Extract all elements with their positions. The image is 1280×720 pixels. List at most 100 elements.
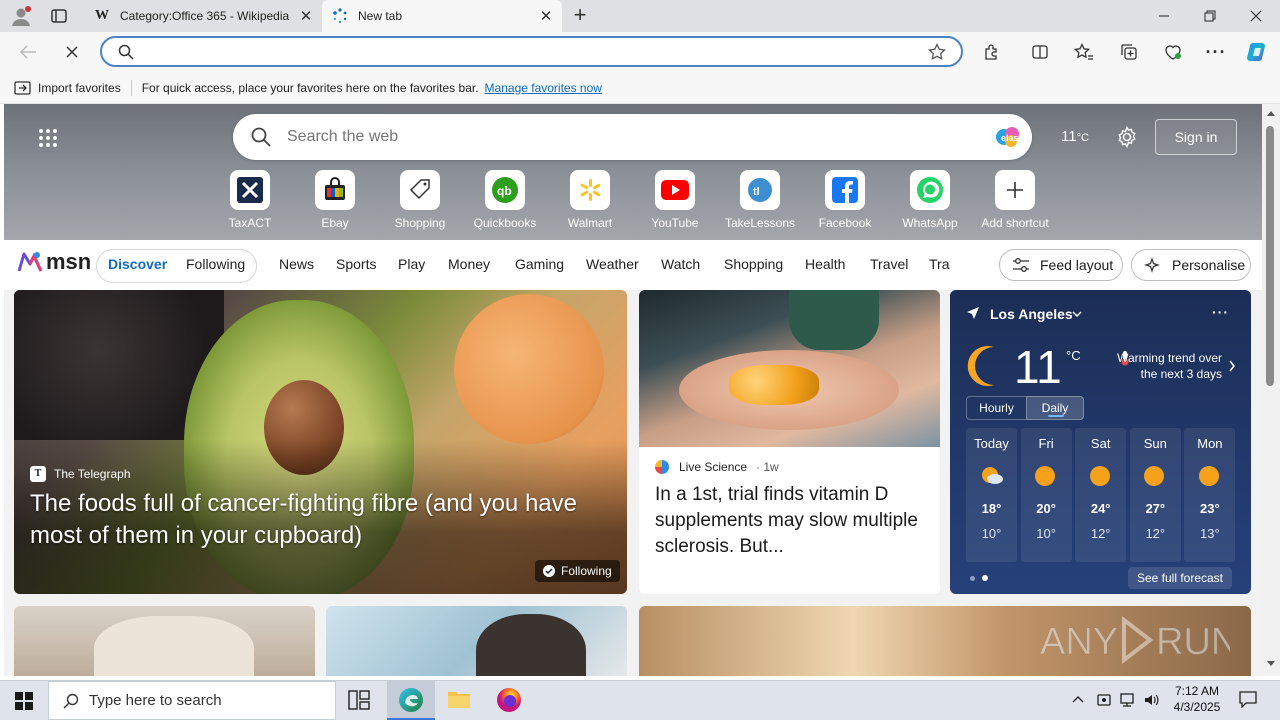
weather-card[interactable]: Los Angeles ··· 11 °C Warming trend over… — [950, 290, 1251, 594]
forecast-day-sat[interactable]: Sat 24° 12° — [1075, 428, 1127, 562]
feed-layout-button[interactable]: Feed layout — [999, 249, 1123, 281]
shortcut-walmart[interactable]: Walmart — [550, 170, 630, 230]
news-card-lower-1[interactable] — [14, 606, 315, 676]
nav-gaming[interactable]: Gaming — [515, 256, 564, 272]
nav-news[interactable]: News — [279, 256, 314, 272]
collections-icon[interactable] — [1115, 39, 1143, 65]
nav-health[interactable]: Health — [805, 256, 845, 272]
nav-weather[interactable]: Weather — [586, 256, 639, 272]
browser-essentials-icon[interactable] — [1159, 39, 1187, 65]
card-headline[interactable]: In a 1st, trial finds vitamin D suppleme… — [655, 482, 927, 560]
hero-headline[interactable]: The foods full of cancer-fighting fibre … — [30, 488, 620, 552]
nav-watch[interactable]: Watch — [661, 256, 700, 272]
hero-source[interactable]: The Telegraph — [54, 467, 131, 481]
forecast-day-sun[interactable]: Sun 27° 12° — [1129, 428, 1181, 562]
nav-shopping[interactable]: Shopping — [724, 256, 783, 272]
sign-in-button[interactable]: Sign in — [1155, 119, 1237, 155]
clock[interactable]: 7:12 AM 4/3/2025 — [1167, 683, 1227, 715]
taskbar-edge[interactable] — [387, 681, 435, 720]
web-search-box[interactable]: elas — [233, 114, 1032, 160]
extensions-icon[interactable] — [978, 39, 1006, 65]
volume-icon[interactable] — [1143, 692, 1161, 708]
tab-wikipedia[interactable]: W Category:Office 365 - Wikipedia ✕ — [84, 0, 322, 32]
forecast-day-fri[interactable]: Fri 20° 10° — [1020, 428, 1072, 562]
manage-favorites-link[interactable]: Manage favorites now — [485, 81, 602, 95]
hero-news-card[interactable]: T The Telegraph The foods full of cancer… — [14, 290, 627, 594]
pill-following[interactable]: Following — [186, 256, 245, 272]
nav-travel[interactable]: Travel — [870, 256, 908, 272]
shortcut-facebook[interactable]: Facebook — [805, 170, 885, 230]
header-weather-temp[interactable]: 11°C — [1061, 128, 1089, 145]
shortcut-ebay[interactable]: Ebay — [295, 170, 375, 230]
shortcut-takelessons[interactable]: tl TakeLessons — [720, 170, 800, 230]
shortcut-quickbooks[interactable]: qb Quickbooks — [465, 170, 545, 230]
page-scrollbar[interactable] — [1262, 104, 1280, 676]
profile-icon[interactable] — [10, 5, 32, 27]
settings-gear-icon[interactable] — [1116, 126, 1138, 148]
new-tab-button[interactable]: + — [568, 4, 592, 28]
task-view-icon[interactable] — [347, 689, 371, 711]
chevron-right-icon[interactable] — [1228, 360, 1236, 372]
restore-button[interactable] — [1187, 0, 1233, 32]
msn-logo[interactable]: msn — [16, 249, 91, 275]
back-button[interactable] — [14, 39, 42, 65]
scroll-thumb[interactable] — [1266, 126, 1274, 386]
tab-hourly[interactable]: Hourly — [966, 396, 1026, 420]
network-icon[interactable] — [1119, 692, 1137, 708]
pill-discover[interactable]: Discover — [108, 256, 167, 272]
personalise-button[interactable]: Personalise — [1131, 249, 1251, 281]
news-card-lower-2[interactable] — [326, 606, 627, 676]
shortcut-whatsapp[interactable]: WhatsApp — [890, 170, 970, 230]
forecast-day-mon[interactable]: Mon 23° 13° — [1184, 428, 1236, 562]
file-explorer-icon[interactable] — [447, 688, 471, 710]
nav-sports[interactable]: Sports — [336, 256, 376, 272]
web-search-input[interactable] — [287, 128, 994, 146]
taskbar-search[interactable]: Type here to search — [48, 681, 336, 720]
carousel-dot[interactable] — [970, 576, 975, 581]
split-screen-icon[interactable] — [1026, 39, 1054, 65]
weather-location[interactable]: Los Angeles — [990, 306, 1073, 322]
favorite-star-icon[interactable] — [928, 43, 946, 61]
carousel-dot-active[interactable] — [982, 575, 988, 581]
shortcut-shopping[interactable]: Shopping — [380, 170, 460, 230]
nav-money[interactable]: Money — [448, 256, 490, 272]
close-tab-icon[interactable]: ✕ — [296, 7, 316, 25]
more-options-icon[interactable]: ··· — [1212, 304, 1229, 320]
news-card-vitamin-d[interactable]: Live Science · 1w In a 1st, trial finds … — [639, 290, 940, 594]
firefox-icon[interactable] — [496, 687, 522, 713]
copilot-icon[interactable] — [1244, 39, 1272, 65]
see-full-forecast-button[interactable]: See full forecast — [1128, 567, 1232, 589]
weather-trend[interactable]: Warming trend over the next 3 days — [1110, 350, 1222, 382]
shortcut-label: Add shortcut — [981, 216, 1049, 230]
minimize-button[interactable] — [1141, 0, 1187, 32]
card-source[interactable]: Live Science — [679, 460, 747, 474]
import-favorites-icon[interactable] — [14, 80, 32, 96]
tab-new-tab[interactable]: New tab ✕ — [322, 0, 562, 32]
stop-loading-button[interactable] — [58, 39, 86, 65]
scroll-down-arrow-icon[interactable] — [1266, 660, 1276, 668]
shortcut-youtube[interactable]: YouTube — [635, 170, 715, 230]
copilot-search-icon[interactable]: elas — [994, 123, 1022, 151]
close-tab-icon[interactable]: ✕ — [536, 7, 556, 25]
weather-moon-icon[interactable] — [1030, 124, 1054, 148]
nav-truncated[interactable]: Tra — [929, 256, 951, 272]
chevron-down-icon[interactable] — [1072, 310, 1082, 318]
tray-security-icon[interactable] — [1096, 692, 1112, 708]
shortcut-taxact[interactable]: TaxACT — [210, 170, 290, 230]
following-badge[interactable]: Following — [535, 560, 620, 582]
favorites-icon[interactable] — [1070, 39, 1098, 65]
import-favorites-button[interactable]: Import favorites — [38, 81, 121, 95]
tray-overflow-icon[interactable] — [1071, 694, 1085, 704]
notifications-icon[interactable] — [1238, 690, 1258, 708]
nav-play[interactable]: Play — [398, 256, 425, 272]
scroll-up-arrow-icon[interactable] — [1266, 109, 1276, 117]
more-options-icon[interactable]: ··· — [1202, 39, 1230, 65]
close-window-button[interactable] — [1233, 0, 1279, 32]
tab-actions-icon[interactable] — [50, 7, 70, 25]
forecast-day-today[interactable]: Today 18° 10° — [966, 428, 1017, 562]
address-bar[interactable] — [100, 36, 963, 67]
shortcut-add-shortcut[interactable]: Add shortcut — [975, 170, 1055, 230]
start-button[interactable] — [0, 681, 48, 720]
tab-daily[interactable]: Daily — [1026, 396, 1084, 420]
apps-launcher-icon[interactable] — [38, 128, 58, 148]
